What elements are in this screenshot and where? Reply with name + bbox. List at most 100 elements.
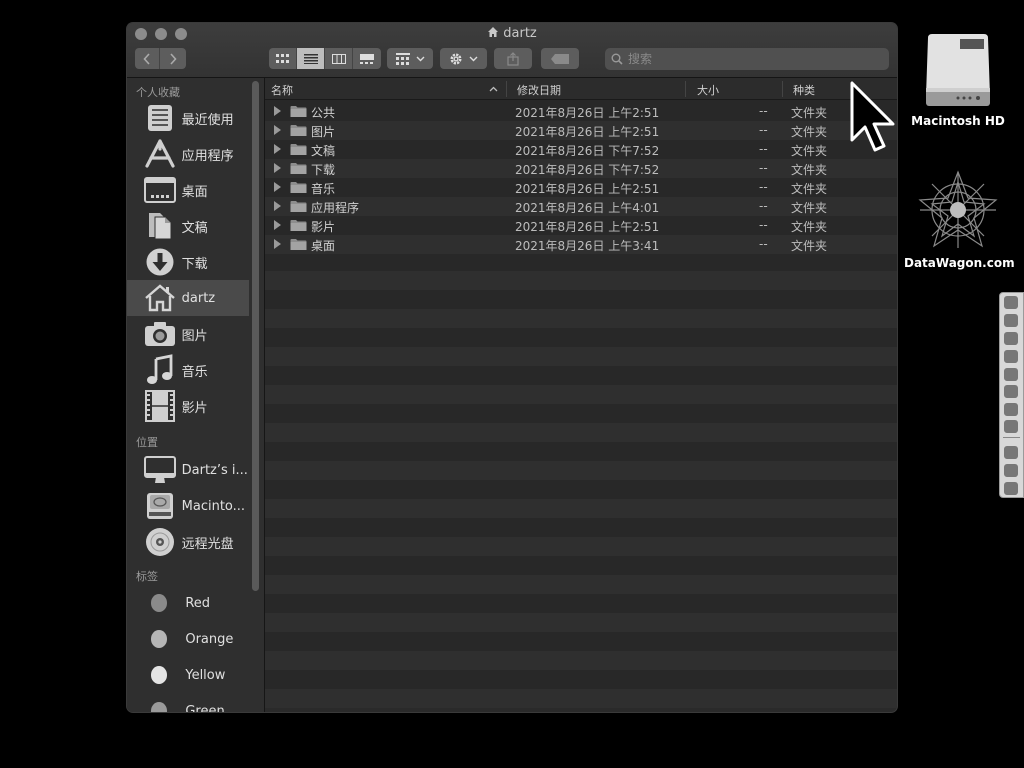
file-size: -- [759, 123, 768, 137]
documents-icon [143, 210, 178, 242]
notes-icon[interactable] [1004, 385, 1018, 398]
sidebar-item-recents[interactable]: 最近使用 [127, 100, 249, 136]
back-button[interactable] [135, 48, 160, 69]
launchpad-icon[interactable] [1004, 314, 1018, 327]
disclosure-triangle-icon[interactable] [274, 125, 281, 135]
table-row[interactable]: 音乐 2021年8月26日 上午2:51 -- 文件夹 [265, 178, 897, 197]
file-name: 桌面 [311, 239, 336, 253]
desktop-item-macintosh-hd[interactable]: Macintosh HD [904, 32, 1012, 128]
sidebar-item-macintosh-hd[interactable]: Macinto... [127, 488, 249, 524]
table-row[interactable]: 应用程序 2021年8月26日 上午4:01 -- 文件夹 [265, 197, 897, 216]
finder-icon[interactable] [1004, 296, 1018, 309]
sidebar-item-tag-yellow[interactable]: Yellow [127, 657, 249, 693]
sidebar-item-tag-green[interactable]: Green [127, 693, 249, 712]
table-row[interactable]: 下载 2021年8月26日 下午7:52 -- 文件夹 [265, 159, 897, 178]
music-note-icon [143, 354, 178, 386]
gallery-view-button[interactable] [353, 48, 381, 69]
column-separator[interactable] [685, 81, 686, 97]
sidebar-item-label: 文稿 [181, 220, 208, 236]
column-size-header[interactable]: 大小 [697, 82, 719, 98]
disclosure-triangle-icon[interactable] [274, 201, 281, 211]
nav-buttons [135, 48, 186, 69]
search-input[interactable] [628, 52, 868, 66]
trash-icon[interactable] [1004, 482, 1018, 495]
group-by-button[interactable] [387, 48, 433, 69]
disclosure-triangle-icon[interactable] [274, 163, 281, 173]
icon-view-button[interactable] [269, 48, 297, 69]
document-icon[interactable] [1004, 446, 1018, 459]
file-name: 文稿 [311, 144, 336, 158]
column-view-button[interactable] [325, 48, 353, 69]
list-stripe [265, 347, 897, 366]
search-field[interactable] [605, 48, 889, 70]
disclosure-triangle-icon[interactable] [274, 239, 281, 249]
disclosure-triangle-icon[interactable] [274, 144, 281, 154]
table-row[interactable]: 桌面 2021年8月26日 上午3:41 -- 文件夹 [265, 235, 897, 254]
calendar-icon[interactable] [1004, 368, 1018, 381]
share-button[interactable] [494, 48, 532, 69]
sidebar-item-label: 桌面 [181, 184, 208, 200]
sidebar-scrollbar[interactable] [252, 81, 259, 591]
app-store-icon[interactable] [1004, 403, 1018, 416]
folder-icon[interactable] [1004, 464, 1018, 477]
title-bar[interactable]: dartz [127, 23, 897, 78]
sidebar-item-remote-disc[interactable]: 远程光盘 [127, 524, 249, 560]
sidebar-item-label: Orange [185, 631, 234, 647]
compass-icon[interactable] [1004, 350, 1018, 363]
table-row[interactable]: 公共 2021年8月26日 上午2:51 -- 文件夹 [265, 102, 897, 121]
safari-icon[interactable] [1004, 332, 1018, 345]
group-grid-icon [395, 52, 410, 65]
sidebar-item-movies[interactable]: 影片 [127, 388, 249, 424]
sidebar-item-dartz[interactable]: dartz [127, 280, 249, 316]
table-row[interactable]: 文稿 2021年8月26日 下午7:52 -- 文件夹 [265, 140, 897, 159]
list-stripe [265, 480, 897, 499]
list-stripe [265, 556, 897, 575]
disclosure-triangle-icon[interactable] [274, 220, 281, 230]
tags-header: 标签 [136, 570, 158, 583]
sidebar-item-label: 下载 [181, 256, 208, 272]
sort-ascending-icon [489, 86, 498, 92]
sidebar-item-tag-red[interactable]: Red [127, 585, 249, 621]
list-stripe [265, 651, 897, 670]
window-title-text: dartz [503, 26, 537, 41]
column-kind-header[interactable]: 种类 [793, 82, 815, 98]
sidebar-item-tag-orange[interactable]: Orange [127, 621, 249, 657]
sidebar-item-desktop[interactable]: 桌面 [127, 172, 249, 208]
sidebar-item-imac[interactable]: Dartz’s i... [127, 452, 249, 488]
camera-icon [143, 318, 178, 350]
file-name: 下载 [311, 163, 336, 177]
action-menu-button[interactable] [440, 48, 487, 69]
column-separator[interactable] [782, 81, 783, 97]
file-kind: 文件夹 [791, 201, 828, 215]
window-title: dartz [127, 26, 897, 41]
tag-icon [551, 53, 569, 64]
sidebar-item-label: Red [185, 595, 211, 611]
sidebar-item-music[interactable]: 音乐 [127, 352, 249, 388]
folder-icon [290, 144, 307, 155]
film-icon [143, 390, 178, 422]
disclosure-triangle-icon[interactable] [274, 182, 281, 192]
home-icon [143, 282, 178, 314]
list-stripe [265, 328, 897, 347]
list-view-button[interactable] [297, 48, 325, 69]
list-stripe [265, 271, 897, 290]
file-name: 音乐 [311, 182, 336, 196]
tag-button[interactable] [541, 48, 579, 69]
sidebar-item-applications[interactable]: 应用程序 [127, 136, 249, 172]
sidebar-item-downloads[interactable]: 下载 [127, 244, 249, 280]
disclosure-triangle-icon[interactable] [274, 106, 281, 116]
file-modified: 2021年8月26日 上午2:51 [515, 220, 660, 234]
column-modified-header[interactable]: 修改日期 [517, 82, 561, 98]
sidebar-item-pictures[interactable]: 图片 [127, 316, 249, 352]
table-row[interactable]: 影片 2021年8月26日 上午2:51 -- 文件夹 [265, 216, 897, 235]
system-preferences-icon[interactable] [1004, 420, 1018, 433]
sidebar-item-documents[interactable]: 文稿 [127, 208, 249, 244]
file-name: 公共 [311, 106, 336, 120]
list-stripe [265, 575, 897, 594]
table-row[interactable]: 图片 2021年8月26日 上午2:51 -- 文件夹 [265, 121, 897, 140]
column-separator[interactable] [506, 81, 507, 97]
column-name-header[interactable]: 名称 [271, 82, 293, 98]
forward-button[interactable] [160, 48, 186, 69]
hard-drive-icon [926, 34, 990, 106]
desktop-item-datawagon[interactable]: DataWagon.com [904, 168, 1015, 270]
